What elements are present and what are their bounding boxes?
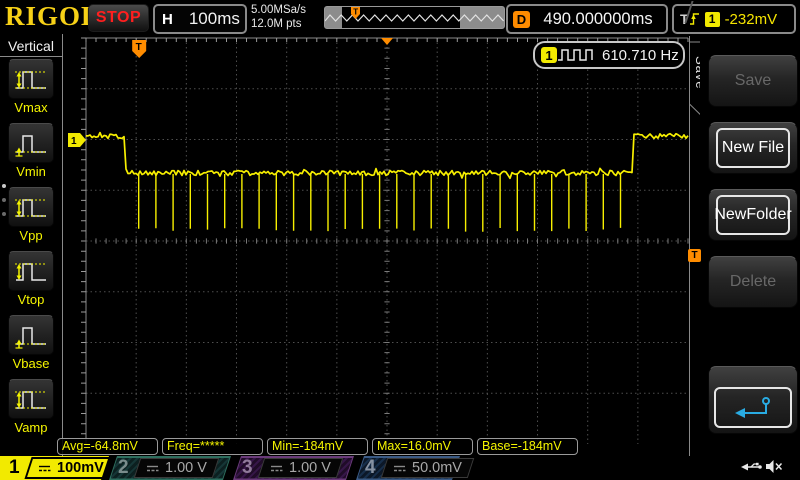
oscilloscope-display: T1 [62, 34, 698, 456]
run-state-indicator[interactable]: STOP [88, 4, 149, 32]
svg-text:T: T [353, 8, 358, 17]
measurement-readouts: Avg=-64.8mVFreq=*****Min=-184mVMax=16.0m… [57, 438, 578, 455]
trigger-level-marker[interactable]: T [688, 249, 701, 262]
delay-badge: D [513, 11, 530, 28]
sample-rate: 5.00MSa/s [251, 3, 306, 17]
vbase-icon [8, 315, 54, 355]
channel-scale: 50.0mV [412, 460, 462, 476]
menu-button-label: NewFolder [716, 195, 790, 235]
waveform-position-strip[interactable]: T [324, 6, 505, 29]
menu-button-newfolder[interactable]: NewFolder [708, 189, 798, 241]
timebase-indicator[interactable]: H 100ms [153, 4, 247, 34]
horizontal-label: H [162, 11, 173, 28]
menu-button-label: New File [716, 128, 790, 168]
soft-menu: Save New File NewFolder Delete [700, 34, 800, 456]
left-menu-title: Vertical [0, 34, 62, 57]
menu-button-new-file[interactable]: New File [708, 122, 798, 174]
measurement-base: Base=-184mV [477, 438, 578, 455]
counter-channel-badge: 1 [541, 47, 557, 63]
trigger-position-flag-icon: T [351, 6, 361, 20]
channel-number: 3 [242, 457, 253, 479]
top-status-bar: RIGOL STOP H 100ms 5.00MSa/s 12.0M pts T… [0, 0, 800, 34]
trigger-source-badge: 1 [705, 12, 720, 27]
trigger-position-marker: T [132, 40, 146, 58]
measurement-max: Max=16.0mV [372, 438, 473, 455]
measure-item-vpp[interactable]: Vpp [0, 185, 62, 249]
menu-button-delete[interactable]: Delete [708, 256, 798, 308]
menu-button-label: Delete [709, 257, 797, 307]
measure-label: Vtop [18, 292, 45, 307]
channel-scale: 1.00 V [289, 460, 331, 476]
timebase-value: 100ms [189, 9, 240, 29]
channel-3-status[interactable]: 3 1.00 V [233, 456, 354, 480]
speaker-muted-icon [764, 459, 783, 474]
channel-2-status[interactable]: 2 1.00 V [109, 456, 231, 480]
channel-number: 1 [9, 457, 20, 479]
vmax-icon [8, 59, 54, 99]
measure-label: Vpp [19, 228, 42, 243]
delay-value: 490.000000ms [530, 10, 666, 29]
square-wave-icon [557, 48, 595, 62]
menu-page-dots [2, 184, 6, 216]
measurement-avg: Avg=-64.8mV [57, 438, 158, 455]
measure-item-vmin[interactable]: Vmin [0, 121, 62, 185]
measure-item-vamp[interactable]: Vamp [0, 377, 62, 441]
channel-1-status[interactable]: 1 100mV [0, 456, 109, 480]
measurement-freq: Freq=***** [162, 438, 263, 455]
trigger-level-value: -232mV [725, 11, 778, 28]
rigol-logo: RIGOL [5, 1, 100, 32]
measure-label: Vmax [14, 100, 47, 115]
measure-item-vbase[interactable]: Vbase [0, 313, 62, 377]
measure-label: Vbase [13, 356, 50, 371]
vamp-icon [8, 379, 54, 419]
channel-scale: 1.00 V [165, 460, 207, 476]
dc-coupling-icon [393, 464, 406, 473]
run-state-label: STOP [96, 9, 141, 27]
dc-coupling-icon [146, 464, 159, 473]
vpp-icon [8, 187, 54, 227]
acquisition-info: 5.00MSa/s 12.0M pts [251, 3, 306, 32]
measure-item-vtop[interactable]: Vtop [0, 249, 62, 313]
vertical-measure-menu: Vertical Vmax Vmin Vpp Vtop Vbase Vamp [0, 34, 63, 456]
channel-4-status[interactable]: 4 50.0mV [356, 456, 460, 480]
rising-edge-icon [689, 11, 700, 27]
dc-coupling-icon [270, 464, 283, 473]
measurement-min: Min=-184mV [267, 438, 368, 455]
channel1-ground-marker: 1 [68, 133, 86, 147]
channel-number: 4 [365, 457, 376, 479]
trigger-delay-indicator[interactable]: D 490.000000ms [506, 4, 668, 34]
channel-scale: 100mV [57, 460, 104, 476]
screen-center-marker [381, 38, 393, 45]
memory-depth: 12.0M pts [251, 17, 306, 31]
measure-label: Vamp [15, 420, 48, 435]
return-arrow-icon [731, 396, 775, 420]
vmin-icon [8, 123, 54, 163]
counter-value: 610.710 Hz [602, 47, 679, 64]
channel-status-bar: 1 100mV 2 1.00 V 3 1.00 V 4 50.0mV [0, 456, 800, 480]
usb-icon [740, 461, 762, 473]
svg-text:T: T [136, 42, 142, 53]
vtop-icon [8, 251, 54, 291]
menu-button-save[interactable]: Save [708, 55, 798, 107]
channel-number: 2 [118, 457, 129, 479]
menu-button-label: Save [709, 56, 797, 106]
dc-coupling-icon [38, 464, 51, 473]
measure-label: Vmin [16, 164, 46, 179]
frequency-counter: 1 610.710 Hz [533, 41, 685, 69]
menu-back-button[interactable] [708, 366, 798, 434]
measure-item-vmax[interactable]: Vmax [0, 57, 62, 121]
svg-text:1: 1 [71, 136, 77, 147]
